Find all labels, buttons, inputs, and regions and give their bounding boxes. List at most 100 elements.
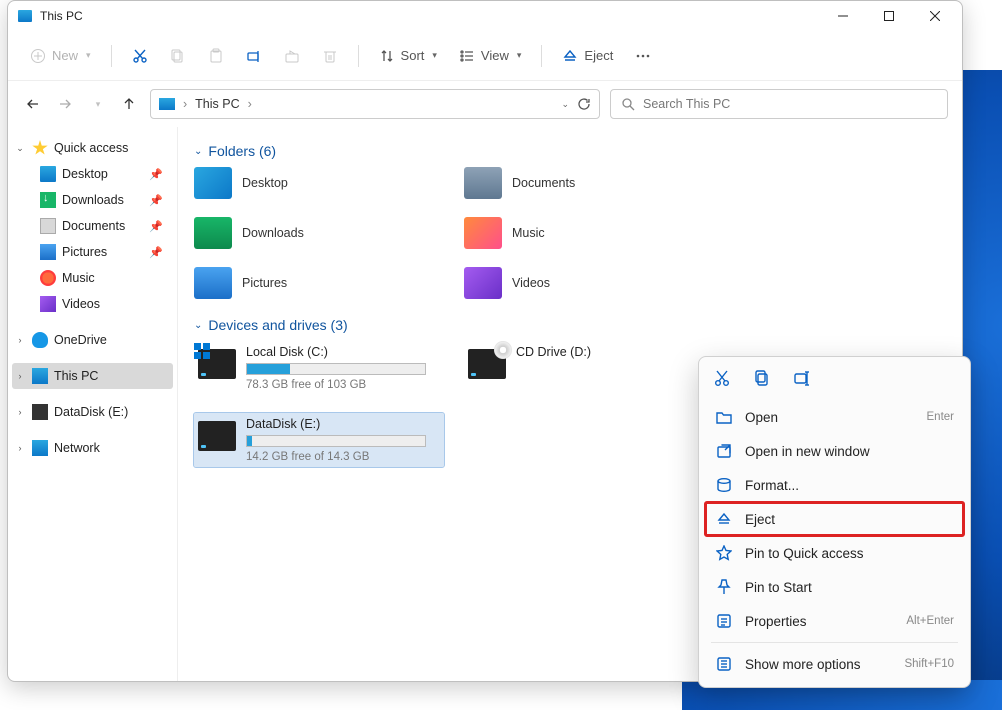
new-button[interactable]: New▾	[22, 44, 99, 68]
sidebar-this-pc[interactable]: ›This PC	[12, 363, 173, 389]
context-menu: OpenEnter Open in new window Format... E…	[698, 356, 971, 688]
video-icon	[40, 296, 56, 312]
ctx-properties[interactable]: PropertiesAlt+Enter	[705, 604, 964, 638]
sidebar-item-music[interactable]: Music	[36, 265, 173, 291]
pin-icon: 📌	[149, 194, 167, 207]
close-button[interactable]	[912, 1, 958, 31]
up-button[interactable]	[118, 93, 140, 115]
os-drive-icon	[198, 349, 236, 379]
sidebar-item-desktop[interactable]: Desktop📌	[36, 161, 173, 187]
music-icon	[40, 270, 56, 286]
star-icon	[715, 544, 733, 562]
folder-downloads[interactable]: Downloads	[194, 217, 444, 249]
drive-local-c[interactable]: Local Disk (C:) 78.3 GB free of 103 GB	[194, 341, 444, 395]
breadcrumb[interactable]: This PC	[195, 97, 239, 111]
pin-icon	[715, 578, 733, 596]
ctx-open-new-window[interactable]: Open in new window	[705, 434, 964, 468]
search-input[interactable]: Search This PC	[610, 89, 948, 119]
videos-icon	[464, 267, 502, 299]
download-icon	[40, 192, 56, 208]
address-row: ▾ › This PC › ⌄ Search This PC	[8, 81, 962, 127]
drive-cd-d[interactable]: CD Drive (D:)	[464, 341, 714, 395]
minimize-button[interactable]	[820, 1, 866, 31]
sidebar-item-downloads[interactable]: Downloads📌	[36, 187, 173, 213]
sidebar-network[interactable]: ›Network	[12, 435, 173, 461]
sidebar-datadisk[interactable]: ›DataDisk (E:)	[12, 399, 173, 425]
window-title: This PC	[40, 9, 820, 23]
cut-icon[interactable]	[713, 369, 731, 390]
ctx-pin-quick-access[interactable]: Pin to Quick access	[705, 536, 964, 570]
delete-button[interactable]	[314, 44, 346, 68]
maximize-button[interactable]	[866, 1, 912, 31]
cd-drive-icon	[468, 349, 506, 379]
chevron-down-icon: ▾	[86, 50, 91, 61]
music-icon	[464, 217, 502, 249]
back-button[interactable]	[22, 93, 44, 115]
paste-button[interactable]	[200, 44, 232, 68]
titlebar: This PC	[8, 1, 962, 31]
cut-button[interactable]	[124, 44, 156, 68]
picture-icon	[40, 244, 56, 260]
format-icon	[715, 476, 733, 494]
open-window-icon	[715, 442, 733, 460]
properties-icon	[715, 612, 733, 630]
search-placeholder: Search This PC	[643, 97, 730, 111]
drive-icon	[32, 404, 48, 420]
divider	[711, 642, 958, 643]
pc-icon	[159, 98, 175, 110]
network-icon	[32, 440, 48, 456]
downloads-icon	[194, 217, 232, 249]
eject-icon	[715, 510, 733, 528]
folder-documents[interactable]: Documents	[464, 167, 714, 199]
folder-desktop[interactable]: Desktop	[194, 167, 444, 199]
pin-icon: 📌	[149, 220, 167, 233]
copy-icon[interactable]	[753, 369, 771, 390]
drives-header[interactable]: ⌄Devices and drives (3)	[194, 317, 946, 333]
pictures-icon	[194, 267, 232, 299]
folders-grid: Desktop Documents Downloads Music Pictur…	[194, 167, 946, 299]
sidebar-item-documents[interactable]: Documents📌	[36, 213, 173, 239]
drive-datadisk-e[interactable]: DataDisk (E:) 14.2 GB free of 14.3 GB	[194, 413, 444, 467]
forward-button[interactable]	[54, 93, 76, 115]
folders-header[interactable]: ⌄Folders (6)	[194, 143, 946, 159]
desktop-icon	[194, 167, 232, 199]
rename-button[interactable]	[238, 44, 270, 68]
pin-icon: 📌	[149, 246, 167, 259]
sidebar-quick-access[interactable]: ⌄Quick access	[12, 135, 173, 161]
more-button[interactable]	[627, 44, 659, 68]
search-icon	[621, 97, 635, 111]
refresh-icon[interactable]	[577, 97, 591, 111]
documents-icon	[464, 167, 502, 199]
folder-videos[interactable]: Videos	[464, 267, 714, 299]
cloud-icon	[32, 332, 48, 348]
ctx-pin-start[interactable]: Pin to Start	[705, 570, 964, 604]
sidebar-item-videos[interactable]: Videos	[36, 291, 173, 317]
copy-button[interactable]	[162, 44, 194, 68]
ctx-format[interactable]: Format...	[705, 468, 964, 502]
rename-icon[interactable]	[793, 369, 811, 390]
toolbar: New▾ Sort▾ View▾ Eject	[8, 31, 962, 81]
chevron-down-icon[interactable]: ⌄	[561, 99, 569, 110]
eject-button[interactable]: Eject	[554, 44, 621, 68]
sidebar-item-pictures[interactable]: Pictures📌	[36, 239, 173, 265]
view-button[interactable]: View▾	[451, 44, 529, 68]
storage-bar	[246, 363, 426, 375]
address-bar[interactable]: › This PC › ⌄	[150, 89, 600, 119]
share-button[interactable]	[276, 44, 308, 68]
ctx-more-options[interactable]: Show more optionsShift+F10	[705, 647, 964, 681]
ctx-eject[interactable]: Eject	[705, 502, 964, 536]
sidebar-onedrive[interactable]: ›OneDrive	[12, 327, 173, 353]
folder-pictures[interactable]: Pictures	[194, 267, 444, 299]
context-icon-row	[705, 363, 964, 400]
chevron-down-icon: ▾	[517, 50, 522, 61]
pc-icon	[32, 368, 48, 384]
ctx-open[interactable]: OpenEnter	[705, 400, 964, 434]
recent-chevron[interactable]: ▾	[86, 93, 108, 115]
folder-open-icon	[715, 408, 733, 426]
sort-button[interactable]: Sort▾	[371, 44, 445, 68]
folder-music[interactable]: Music	[464, 217, 714, 249]
more-options-icon	[715, 655, 733, 673]
desktop-icon	[40, 166, 56, 182]
document-icon	[40, 218, 56, 234]
pc-icon	[18, 10, 32, 22]
